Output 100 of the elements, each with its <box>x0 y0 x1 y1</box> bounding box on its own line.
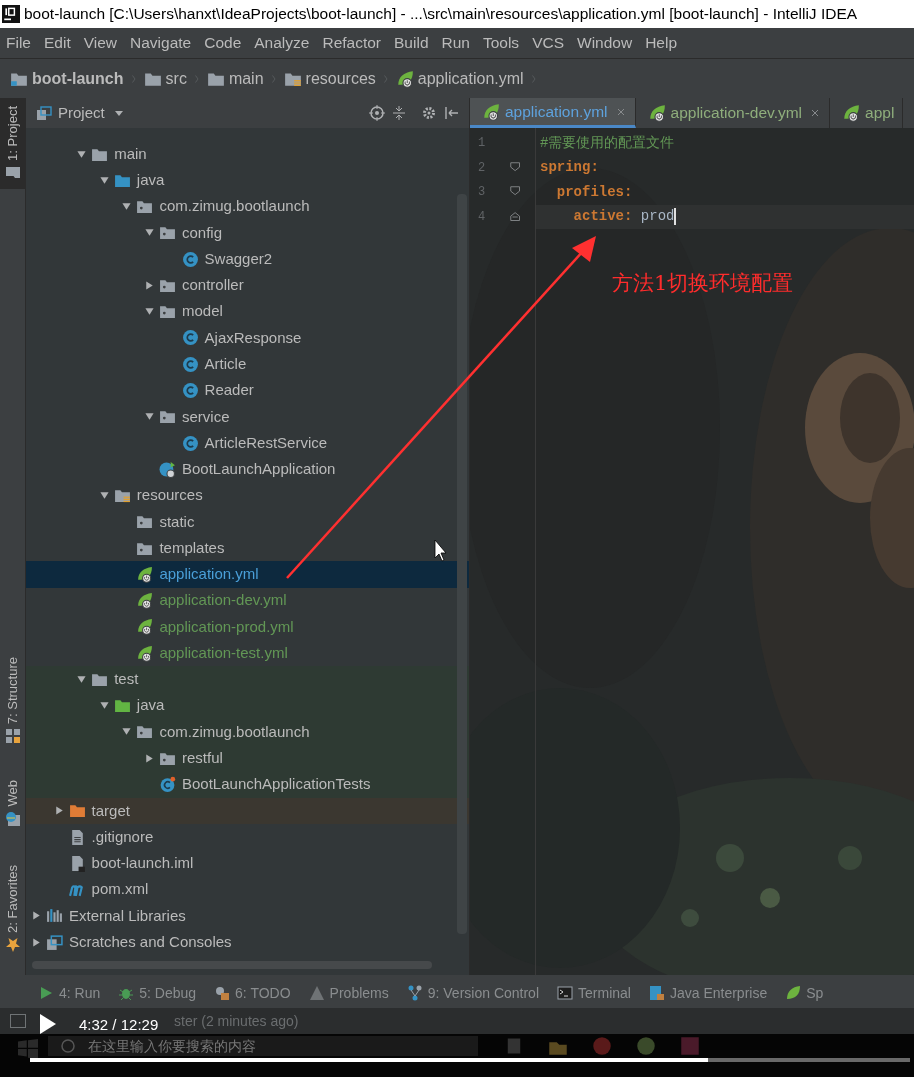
breadcrumb-item[interactable]: boot-launch <box>10 66 124 91</box>
tree-item[interactable]: restful <box>26 745 469 772</box>
tool-window-button[interactable]: Terminal <box>557 982 631 1004</box>
menu-item[interactable]: Refactor <box>322 31 382 55</box>
panel-toggle-icon[interactable] <box>10 1014 26 1028</box>
fold-marker-icon[interactable] <box>509 209 523 224</box>
line-number: 4 <box>478 208 486 226</box>
tree-item[interactable]: boot-launch.iml <box>26 850 469 877</box>
tree-item[interactable]: service <box>26 403 469 430</box>
code-line: #需要使用的配置文件 <box>539 133 676 153</box>
todo-icon <box>214 985 231 1001</box>
code-line: profiles: <box>555 182 634 202</box>
tool-window-button[interactable]: 9: Version Control <box>406 982 540 1004</box>
collapse-all-icon[interactable] <box>391 105 407 121</box>
menu-item[interactable]: Run <box>441 31 470 55</box>
menu-item[interactable]: Navigate <box>130 31 192 55</box>
branch-icon <box>406 985 423 1001</box>
tree-item[interactable]: resources <box>26 482 469 509</box>
tree-item[interactable]: Swagger2 <box>26 246 469 273</box>
run-icon <box>38 985 54 1001</box>
video-progress-track[interactable] <box>30 1058 910 1062</box>
play-icon[interactable] <box>40 1014 56 1034</box>
tree-item[interactable]: test <box>26 666 469 693</box>
tree-item[interactable]: java <box>26 692 469 719</box>
tool-window-tab[interactable]: 1: Project <box>0 98 26 189</box>
breadcrumb-item[interactable]: resources <box>283 66 376 91</box>
tree-item[interactable]: pom.xml <box>26 876 469 903</box>
window-title: boot-launch [C:\Users\hanxt\IdeaProjects\boot-launch] - ...\src\main\resources\application.yml [boot-launch] - IntelliJ IDEA <box>24 4 858 25</box>
spring-leaf-icon <box>136 618 154 636</box>
editor-tab[interactable]: application-dev.yml <box>635 98 831 128</box>
tree-item[interactable]: com.zimug.bootlaunch <box>26 718 469 746</box>
menu-item[interactable]: VCS <box>532 31 564 55</box>
tree-item[interactable]: controller <box>26 272 469 299</box>
tree-item[interactable]: config <box>26 219 469 247</box>
tree-item[interactable]: BootLaunchApplicationTests <box>26 771 469 798</box>
class-icon <box>181 434 199 452</box>
menu-item[interactable]: Window <box>577 31 633 55</box>
folder-icon <box>113 697 131 715</box>
settings-icon[interactable] <box>421 105 437 121</box>
search-field[interactable]: 在这里输入你要搜索的内容 <box>48 1036 478 1056</box>
breadcrumb-item[interactable]: main <box>206 66 264 91</box>
tree-item[interactable]: static <box>26 508 469 535</box>
editor-tab[interactable]: application.yml <box>470 98 636 128</box>
tool-window-button[interactable]: 6: TODO <box>214 982 291 1004</box>
menu-item[interactable]: File <box>6 31 31 55</box>
package-folder-icon <box>136 198 154 216</box>
class-icon <box>181 250 199 268</box>
scratches-icon <box>36 105 52 121</box>
spring-leaf-icon <box>842 104 861 122</box>
menu-item[interactable]: Edit <box>44 31 71 55</box>
tree-item[interactable]: Reader <box>26 377 469 404</box>
tool-window-button[interactable]: 5: Debug <box>118 982 197 1004</box>
menu-item[interactable]: Tools <box>482 31 520 55</box>
spring-leaf-icon <box>136 565 154 583</box>
tool-window-tab[interactable]: 2: Favorites <box>0 856 26 961</box>
tree-item[interactable]: com.zimug.bootlaunch <box>26 193 469 220</box>
tree-item[interactable]: Article <box>26 351 469 378</box>
tree-item[interactable]: application-test.yml <box>26 640 469 667</box>
leaf-icon <box>785 985 802 1001</box>
tool-window-button[interactable]: Sp <box>785 982 824 1004</box>
globe-icon <box>4 810 21 827</box>
tool-window-button[interactable]: Problems <box>308 982 389 1004</box>
status-message: ster (2 minutes ago) <box>174 1011 299 1031</box>
locate-icon[interactable] <box>369 105 385 121</box>
scrollbar[interactable] <box>457 194 467 934</box>
tree-item[interactable]: target <box>26 797 469 824</box>
breadcrumb-item[interactable]: src <box>143 66 187 91</box>
package-folder-icon <box>136 723 154 741</box>
menu-item[interactable]: Build <box>394 31 429 55</box>
tree-item[interactable]: application.yml <box>26 561 469 588</box>
test-class-icon <box>159 776 176 793</box>
hide-panel-icon[interactable] <box>443 105 459 121</box>
tree-item[interactable]: ArticleRestService <box>26 429 469 457</box>
tree-item[interactable]: templates <box>26 535 469 562</box>
menu-item[interactable]: Code <box>204 31 242 55</box>
tool-window-tab[interactable]: Web <box>0 772 26 835</box>
menu-item[interactable]: View <box>83 31 118 55</box>
tree-item[interactable]: External Libraries <box>26 902 469 929</box>
tree-item[interactable]: .gitignore <box>26 823 469 851</box>
tool-window-button[interactable]: Java Enterprise <box>648 982 768 1004</box>
editor-tab[interactable]: appl <box>830 98 904 128</box>
tool-window-tab[interactable]: 7: Structure <box>0 648 26 753</box>
panel-title-dropdown[interactable]: Project <box>36 101 123 125</box>
tree-item[interactable]: java <box>26 167 469 194</box>
tree-item[interactable]: Scratches and Consoles <box>26 928 469 956</box>
tool-window-button[interactable]: 4: Run <box>38 982 101 1004</box>
tree-item[interactable]: model <box>26 298 469 325</box>
tree-item[interactable]: BootLaunchApplication <box>26 456 469 483</box>
libraries-icon <box>46 907 63 925</box>
terminal-icon <box>557 985 574 1001</box>
tree-item[interactable]: application-dev.yml <box>26 587 469 614</box>
package-folder-icon <box>159 303 176 321</box>
menu-item[interactable]: Analyze <box>254 31 310 55</box>
menu-item[interactable]: Help <box>645 31 678 55</box>
tree-item[interactable]: application-prod.yml <box>26 613 469 641</box>
text-caret <box>674 208 677 226</box>
breadcrumb-item[interactable]: application.yml <box>395 66 524 91</box>
tree-item[interactable]: main <box>26 141 469 168</box>
tree-item[interactable]: AjaxResponse <box>26 324 469 352</box>
spring-class-icon <box>159 460 176 478</box>
